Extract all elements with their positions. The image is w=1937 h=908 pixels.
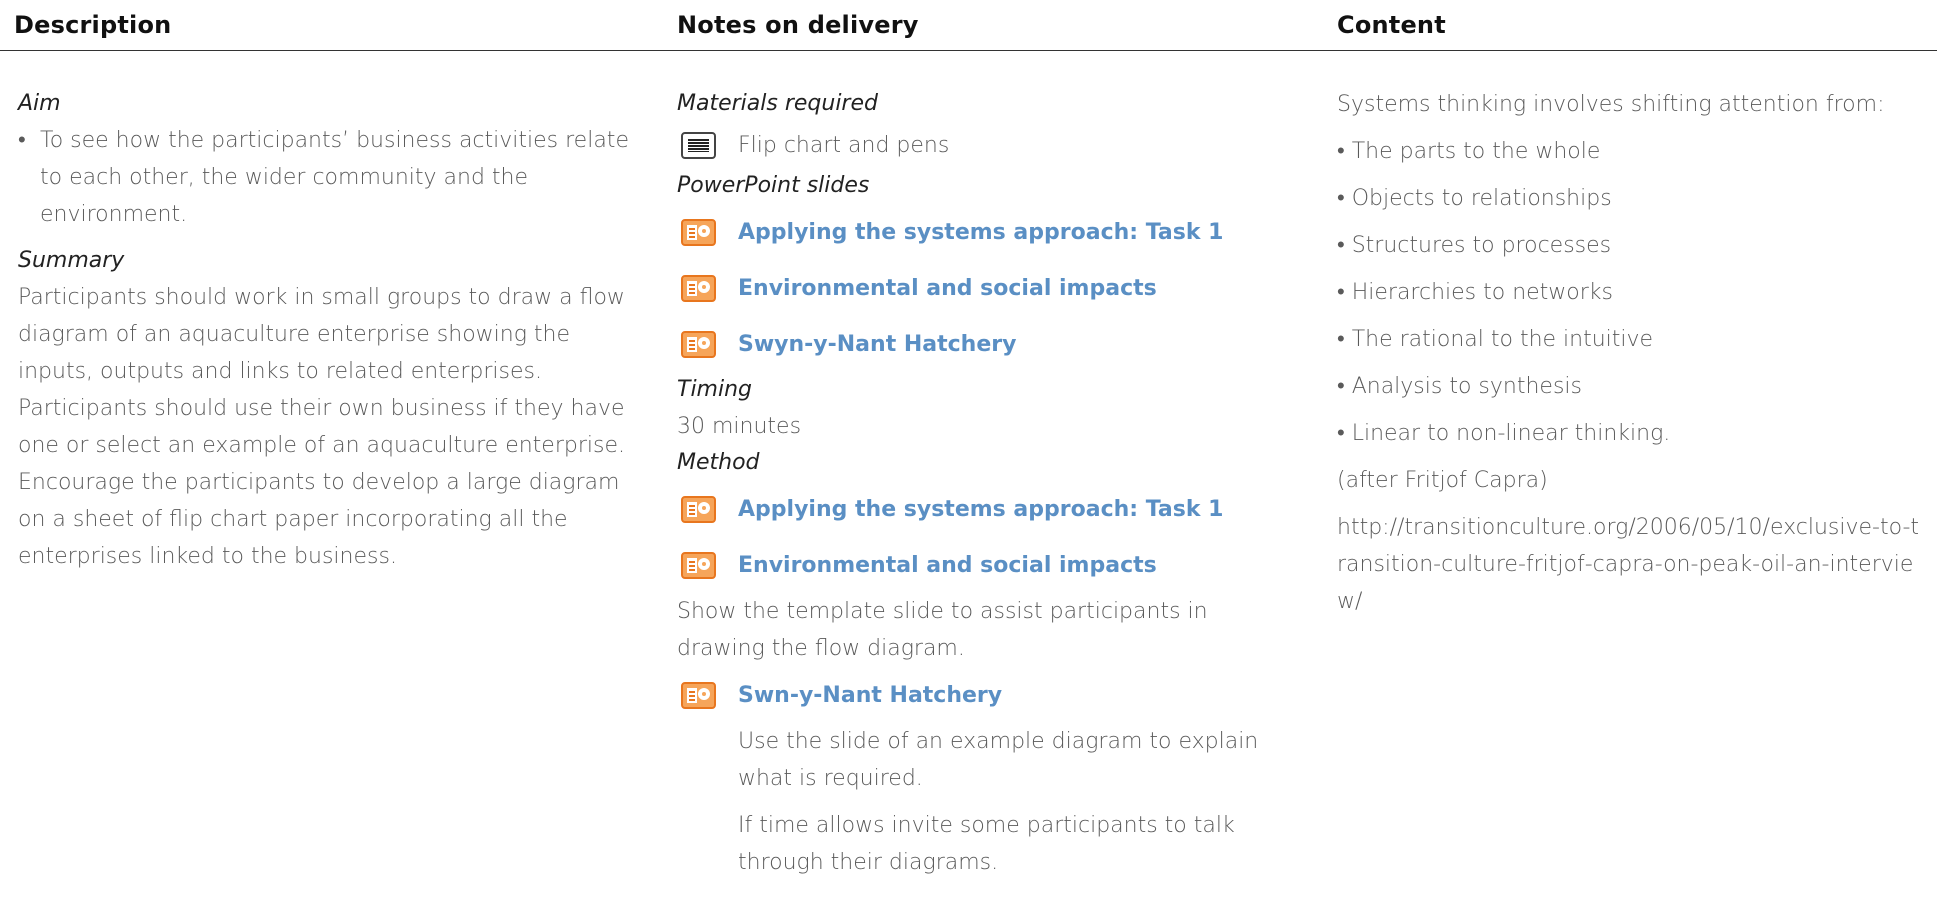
- aim-heading: Aim: [18, 91, 61, 116]
- list-item: • Structures to processes: [1337, 233, 1612, 258]
- bullet-dot: •: [18, 128, 26, 153]
- slide-link-label[interactable]: Applying the systems approach: Task 1: [738, 214, 1223, 251]
- materials-heading: Materials required: [677, 91, 878, 116]
- content-bullet-list: • The parts to the whole • Objects to re…: [1337, 133, 1927, 452]
- summary-text: Participants should work in small groups…: [18, 285, 625, 569]
- powerpoint-slide-icon: [681, 495, 716, 523]
- header-description: Description: [14, 11, 172, 39]
- list-item: • Objects to relationships: [1337, 186, 1612, 211]
- header-divider: [0, 50, 1937, 51]
- powerpoint-slide-icon: [681, 330, 716, 358]
- description-column: Aim • To see how the participants’ busin…: [18, 86, 638, 575]
- method-slide-link-2[interactable]: Environmental and social impacts: [677, 537, 1297, 593]
- slide-link-label[interactable]: Environmental and social impacts: [738, 547, 1157, 584]
- slide-link-1[interactable]: Applying the systems approach: Task 1: [677, 204, 1297, 260]
- powerpoint-slide-icon: [681, 218, 716, 246]
- powerpoint-slide-icon: [681, 681, 716, 709]
- list-item: • The rational to the intuitive: [1337, 327, 1654, 352]
- header-notes-on-delivery: Notes on delivery: [677, 11, 919, 39]
- method-note-2: If time allows invite some participants …: [738, 813, 1235, 875]
- timing-value: 30 minutes: [677, 414, 802, 439]
- attribution: (after Fritjof Capra): [1337, 468, 1548, 493]
- list-item: • Hierarchies to networks: [1337, 280, 1614, 305]
- list-item: • The parts to the whole: [1337, 139, 1601, 164]
- flip-chart-icon: [681, 131, 716, 159]
- materials-item: Flip chart and pens: [677, 122, 1297, 168]
- header-content: Content: [1337, 11, 1446, 39]
- powerpoint-slide-icon: [681, 551, 716, 579]
- list-item: • Analysis to synthesis: [1337, 374, 1582, 399]
- content-column: Systems thinking involves shifting atten…: [1337, 86, 1927, 620]
- slide-link-label[interactable]: Environmental and social impacts: [738, 270, 1157, 307]
- method-note-1: Use the slide of an example diagram to e…: [738, 729, 1259, 791]
- timing-heading: Timing: [677, 377, 753, 402]
- content-intro: Systems thinking involves shifting atten…: [1337, 92, 1885, 117]
- slide-link-label[interactable]: Swyn-y-Nant Hatchery: [738, 326, 1016, 363]
- materials-item-label: Flip chart and pens: [738, 132, 950, 158]
- method-slide-link-3[interactable]: Swn-y-Nant Hatchery: [677, 667, 1297, 723]
- method-slide-link-1[interactable]: Applying the systems approach: Task 1: [677, 481, 1297, 537]
- method-text: Show the template slide to assist partic…: [677, 599, 1208, 661]
- slide-link-label[interactable]: Swn-y-Nant Hatchery: [738, 677, 1002, 714]
- slide-link-3[interactable]: Swyn-y-Nant Hatchery: [677, 316, 1297, 372]
- list-item: • Linear to non-linear thinking.: [1337, 421, 1671, 446]
- notes-column: Materials required Flip chart and pens P…: [677, 86, 1297, 881]
- summary-heading: Summary: [18, 248, 125, 273]
- aim-bullet-text: To see how the participants’ business ac…: [40, 128, 629, 227]
- powerpoint-slide-icon: [681, 274, 716, 302]
- aim-bullet: • To see how the participants’ business …: [18, 122, 638, 233]
- slides-heading: PowerPoint slides: [677, 173, 870, 198]
- source-url[interactable]: http://transitionculture.org/2006/05/10/…: [1337, 509, 1927, 620]
- method-heading: Method: [677, 450, 760, 475]
- slide-link-label[interactable]: Applying the systems approach: Task 1: [738, 491, 1223, 528]
- slide-link-2[interactable]: Environmental and social impacts: [677, 260, 1297, 316]
